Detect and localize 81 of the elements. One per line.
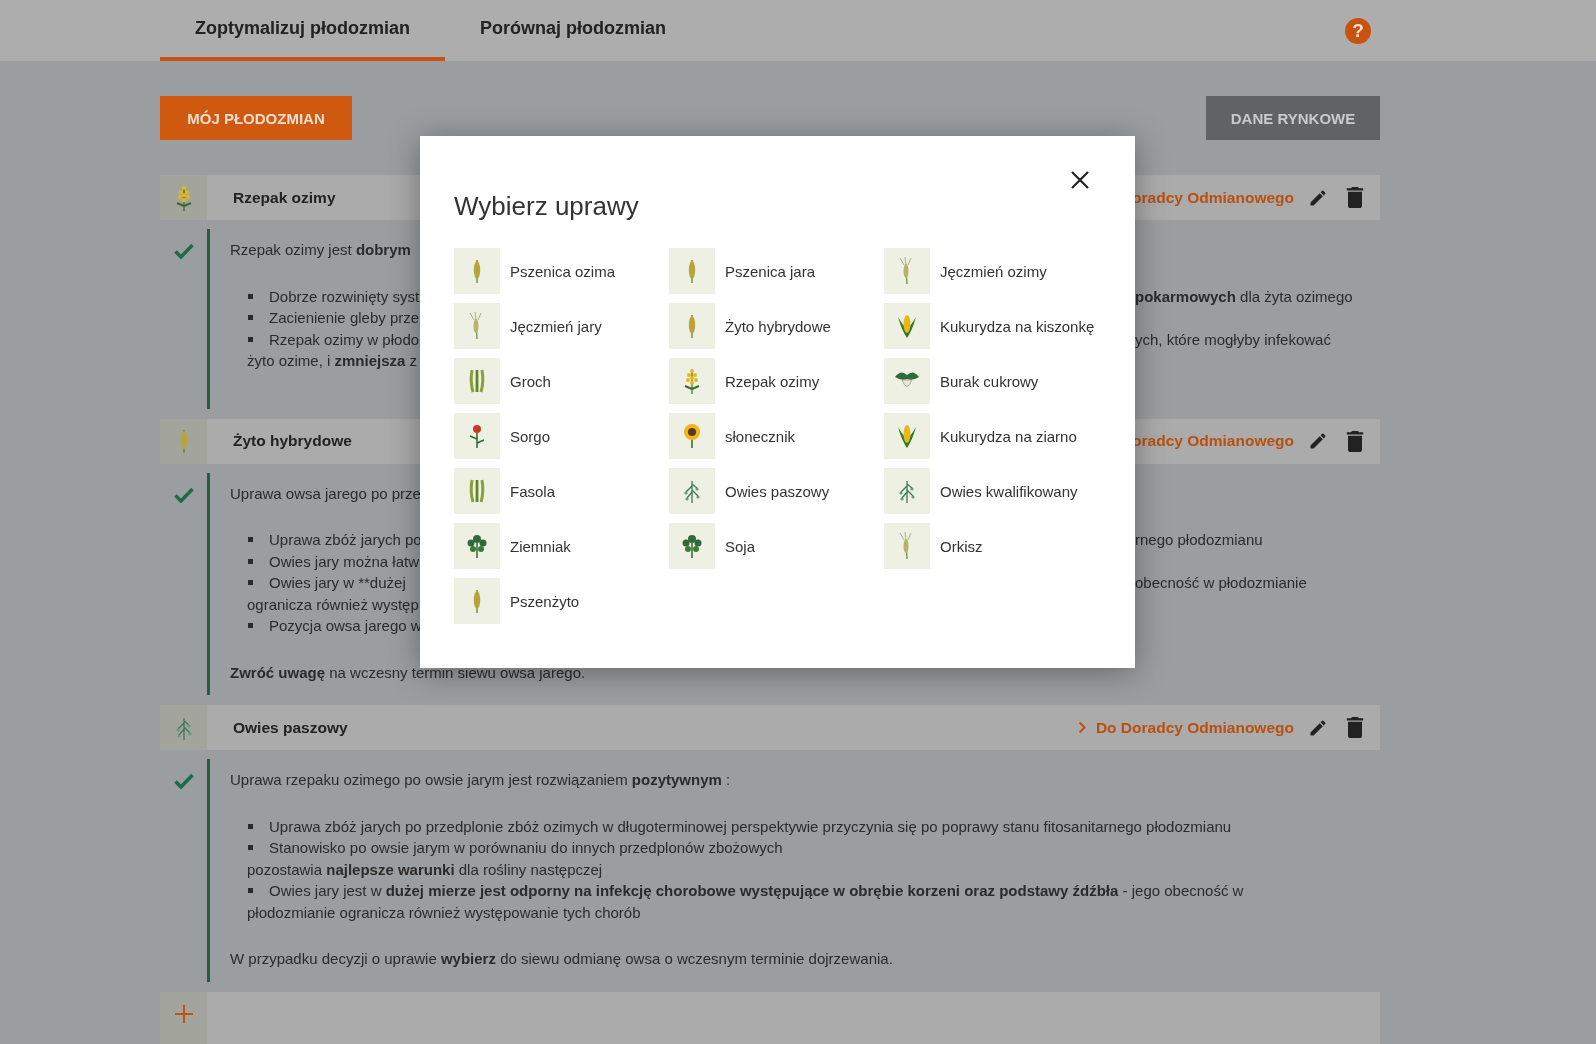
description-text: obecność w płodozmianie: [1135, 573, 1308, 593]
grain-ear-icon: [472, 588, 482, 614]
description-text: Rzepak ozimy w płodo: [269, 329, 420, 350]
description-text: Dobrze rozwinięty syst: [269, 286, 420, 307]
crop-option[interactable]: Żyto hybrydowe: [669, 303, 884, 349]
delete-icon[interactable]: [1346, 717, 1364, 738]
description-text: żyto ozime, i zmniejsza z: [247, 351, 418, 371]
crop-option[interactable]: Jęczmień ozimy: [884, 248, 1099, 294]
help-icon[interactable]: ?: [1345, 17, 1371, 44]
bullet-icon: [248, 558, 253, 564]
pod-plant-icon: [468, 478, 486, 504]
rapeseed-flower-icon: [682, 367, 702, 395]
crop-option[interactable]: Ziemniak: [454, 523, 669, 569]
description-text: Owies jary w **dużej: [269, 573, 406, 593]
grain-ear-icon: [472, 258, 482, 284]
close-icon[interactable]: [1070, 170, 1090, 190]
description-text: pokarmowych dla żyta ozimego: [1135, 286, 1354, 307]
tab[interactable]: Zoptymalizuj płodozmian: [160, 0, 445, 61]
pod-plant-icon: [468, 368, 486, 394]
oat-plant-icon: [897, 478, 917, 504]
dialog-title: Wybierz uprawy: [454, 191, 640, 222]
description-text: rnego płodozmianu: [1135, 530, 1264, 550]
plus-icon: [173, 1003, 194, 1024]
description-text: płodozmianie ogranicza również występowanie tych chorób: [247, 902, 641, 923]
description-text: Uprawa zbóż jarych po przedplonie zbóż ozimych w długoterminowej perspektywie przyczynia się po poprawy stanu fitosanitarnego płodozmianu: [269, 816, 1232, 837]
leafy-plant-icon: [465, 533, 489, 559]
description-text: Stanowisko po owsie jarym w porównaniu do innych przedplonów zbożowych: [269, 838, 783, 858]
leafy-plant-icon: [680, 533, 704, 559]
crop-title: Żyto hybrydowe: [233, 432, 352, 450]
description-text: Owies jary jest w dużej mierze jest odporny na infekcję chorobowe występujące w obrębie korzeni oraz podstawy źdźbła - jego obecność w: [269, 881, 1244, 901]
description-text: Zacienienie gleby prze: [269, 308, 420, 328]
description-text: Uprawa rzepaku ozimego po owsie jarym jest rozwiązaniem pozytywnym :: [230, 770, 731, 790]
crop-option[interactable]: Owies kwalifikowany: [884, 468, 1099, 514]
bullet-icon: [248, 293, 253, 299]
crop-option[interactable]: Orkisz: [884, 523, 1099, 569]
crop-option[interactable]: słonecznik: [669, 413, 884, 459]
corn-icon: [896, 313, 918, 339]
description-text: W przypadku decyzji o uprawie wybierz do siewu odmianę owsa o wczesnym terminie dojrzewania.: [230, 949, 893, 969]
crop-option[interactable]: Kukurydza na kiszonkę: [884, 303, 1099, 349]
edit-icon[interactable]: [1308, 187, 1328, 208]
bullet-icon: [248, 823, 253, 829]
grain-ear-icon: [687, 313, 697, 339]
crop-option[interactable]: Rzepak ozimy: [669, 358, 884, 404]
bullet-icon: [248, 888, 253, 894]
market-data-button[interactable]: DANE RYNKOWE: [1206, 96, 1380, 140]
oat-plant-icon: [682, 478, 702, 504]
description-text: Owies jary można łatw: [269, 551, 420, 572]
crop-option[interactable]: Fasola: [454, 468, 669, 514]
corn-icon: [896, 423, 918, 449]
bullet-icon: [248, 537, 253, 543]
crop-option[interactable]: Pszenżyto: [454, 578, 669, 624]
sunflower-icon: [681, 423, 703, 449]
delete-icon[interactable]: [1346, 187, 1364, 208]
crop-option[interactable]: Burak cukrowy: [884, 358, 1099, 404]
delete-icon[interactable]: [1346, 430, 1364, 452]
bullet-icon: [248, 580, 253, 586]
description-text: ogranicza również występ: [247, 594, 419, 615]
bullet-icon: [248, 336, 253, 342]
edit-icon[interactable]: [1308, 431, 1328, 451]
crop-option[interactable]: Soja: [669, 523, 884, 569]
description-text: Zwróć uwagę na wczesny termin siewu owsa jarego.: [230, 662, 586, 683]
description-text: Rzepak ozimy jest dobrym: [230, 240, 411, 260]
crop-option[interactable]: Sorgo: [454, 413, 669, 459]
description-text: pozostawia najlepsze warunki dla rośliny następczej: [247, 859, 603, 880]
tab[interactable]: Porównaj płodozmian: [445, 0, 701, 61]
bullet-icon: [248, 623, 253, 629]
description-text: Uprawa owsa jarego po prze: [230, 483, 421, 504]
crop-option[interactable]: Kukurydza na ziarno: [884, 413, 1099, 459]
crop-option[interactable]: Jęczmień jary: [454, 303, 669, 349]
edit-icon[interactable]: [1308, 717, 1328, 738]
bullet-icon: [248, 845, 253, 851]
crop-option[interactable]: Pszenica jara: [669, 248, 884, 294]
grain-ear-icon: [178, 428, 189, 454]
description-text: ych, które mogłyby infekować: [1135, 329, 1332, 350]
grain-ear-icon: [687, 258, 697, 284]
crop-title: Rzepak ozimy: [233, 188, 336, 207]
crop-option[interactable]: Groch: [454, 358, 669, 404]
crop-option[interactable]: Pszenica ozima: [454, 248, 669, 294]
crop-option[interactable]: Owies paszowy: [669, 468, 884, 514]
bullet-icon: [248, 315, 253, 321]
crop-title: Owies paszowy: [233, 718, 348, 737]
